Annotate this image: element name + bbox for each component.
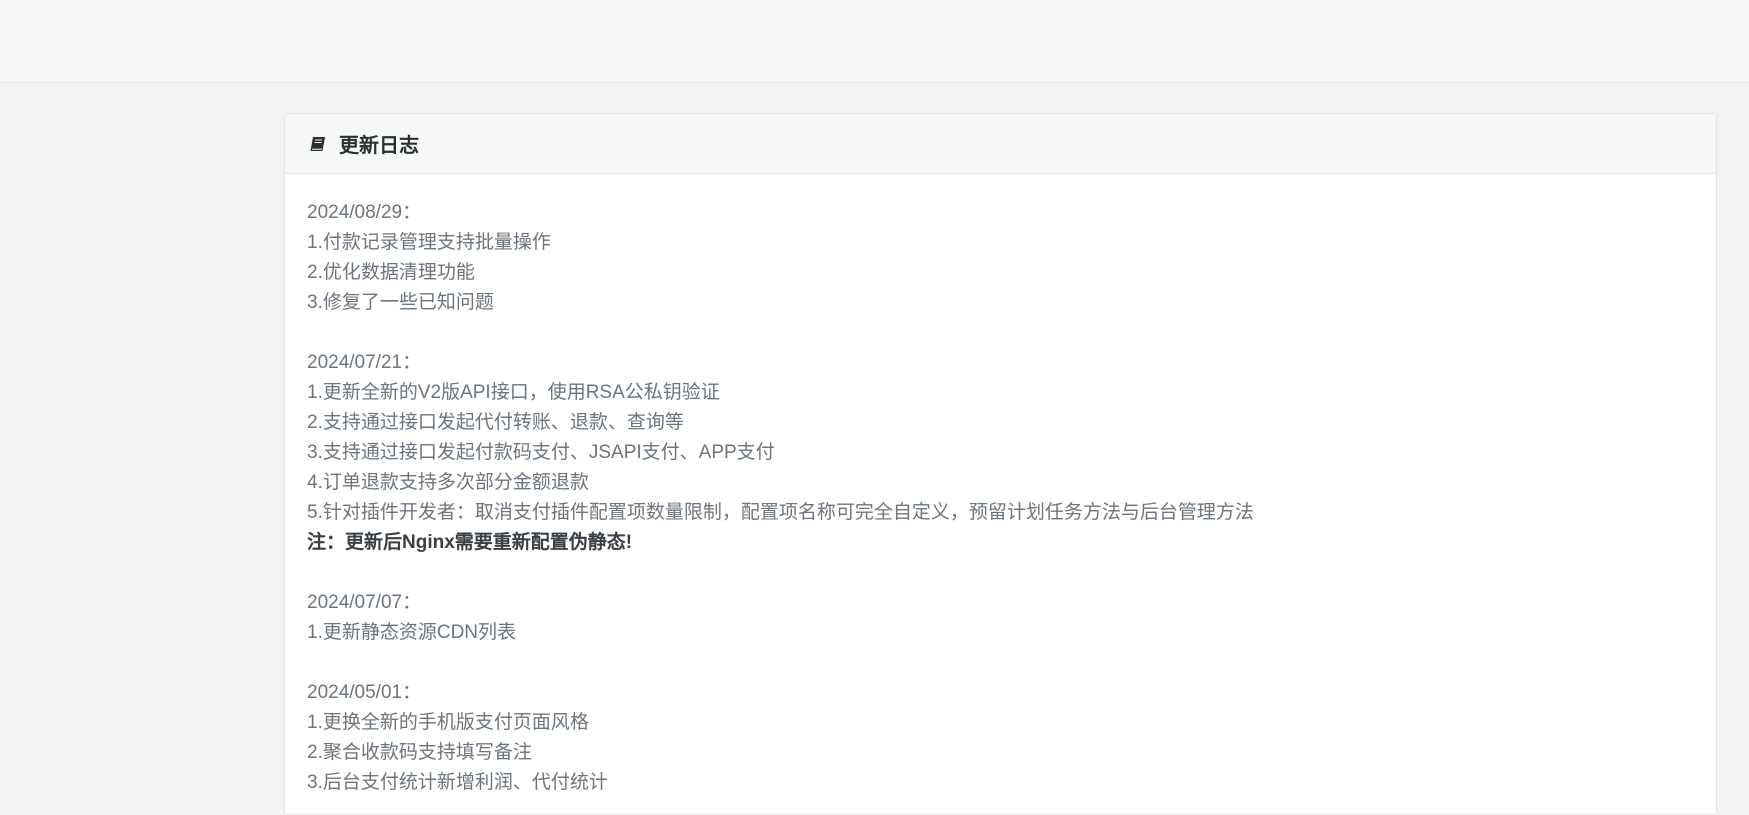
book-icon bbox=[309, 135, 327, 153]
entry-date: 2024/07/21： bbox=[307, 352, 422, 373]
entry-item: 3.修复了一些已知问题 bbox=[307, 292, 494, 313]
page-title: 更新日志 bbox=[339, 135, 419, 157]
entry-item: 3.后台支付统计新增利润、代付统计 bbox=[307, 772, 608, 793]
entry-item: 4.订单退款支持多次部分金额退款 bbox=[307, 472, 589, 493]
entry-item: 2.优化数据清理功能 bbox=[307, 262, 475, 283]
top-navbar bbox=[0, 0, 1749, 83]
entry-item: 2.支持通过接口发起代付转账、退款、查询等 bbox=[307, 412, 684, 433]
changelog-entry: 2024/07/21： 1.更新全新的V2版API接口，使用RSA公私钥验证 2… bbox=[307, 348, 1694, 558]
entry-spacer bbox=[307, 648, 1694, 678]
changelog-entry: 2024/07/07： 1.更新静态资源CDN列表 bbox=[307, 588, 1694, 648]
entry-date: 2024/07/07： bbox=[307, 592, 422, 613]
entry-item: 1.更换全新的手机版支付页面风格 bbox=[307, 712, 589, 733]
entry-item: 3.支持通过接口发起付款码支付、JSAPI支付、APP支付 bbox=[307, 442, 775, 463]
changelog-entry: 2024/05/01： 1.更换全新的手机版支付页面风格 2.聚合收款码支持填写… bbox=[307, 678, 1694, 798]
changelog-entry: 2024/08/29： 1.付款记录管理支持批量操作 2.优化数据清理功能 3.… bbox=[307, 198, 1694, 318]
entry-item: 1.更新静态资源CDN列表 bbox=[307, 622, 517, 643]
entry-date: 2024/08/29： bbox=[307, 202, 422, 223]
entry-date: 2024/05/01： bbox=[307, 682, 422, 703]
entry-item: 1.付款记录管理支持批量操作 bbox=[307, 232, 551, 253]
entry-item: 1.更新全新的V2版API接口，使用RSA公私钥验证 bbox=[307, 382, 720, 403]
entry-note: 注：更新后Nginx需要重新配置伪静态! bbox=[307, 532, 633, 553]
entry-item: 5.针对插件开发者：取消支付插件配置项数量限制，配置项名称可完全自定义，预留计划… bbox=[307, 502, 1254, 523]
panel-heading: 更新日志 bbox=[285, 114, 1716, 174]
changelog-body: 2024/08/29： 1.付款记录管理支持批量操作 2.优化数据清理功能 3.… bbox=[285, 174, 1716, 798]
entry-spacer bbox=[307, 558, 1694, 588]
entry-item: 2.聚合收款码支持填写备注 bbox=[307, 742, 532, 763]
changelog-panel: 更新日志 2024/08/29： 1.付款记录管理支持批量操作 2.优化数据清理… bbox=[284, 113, 1717, 815]
entry-spacer bbox=[307, 318, 1694, 348]
